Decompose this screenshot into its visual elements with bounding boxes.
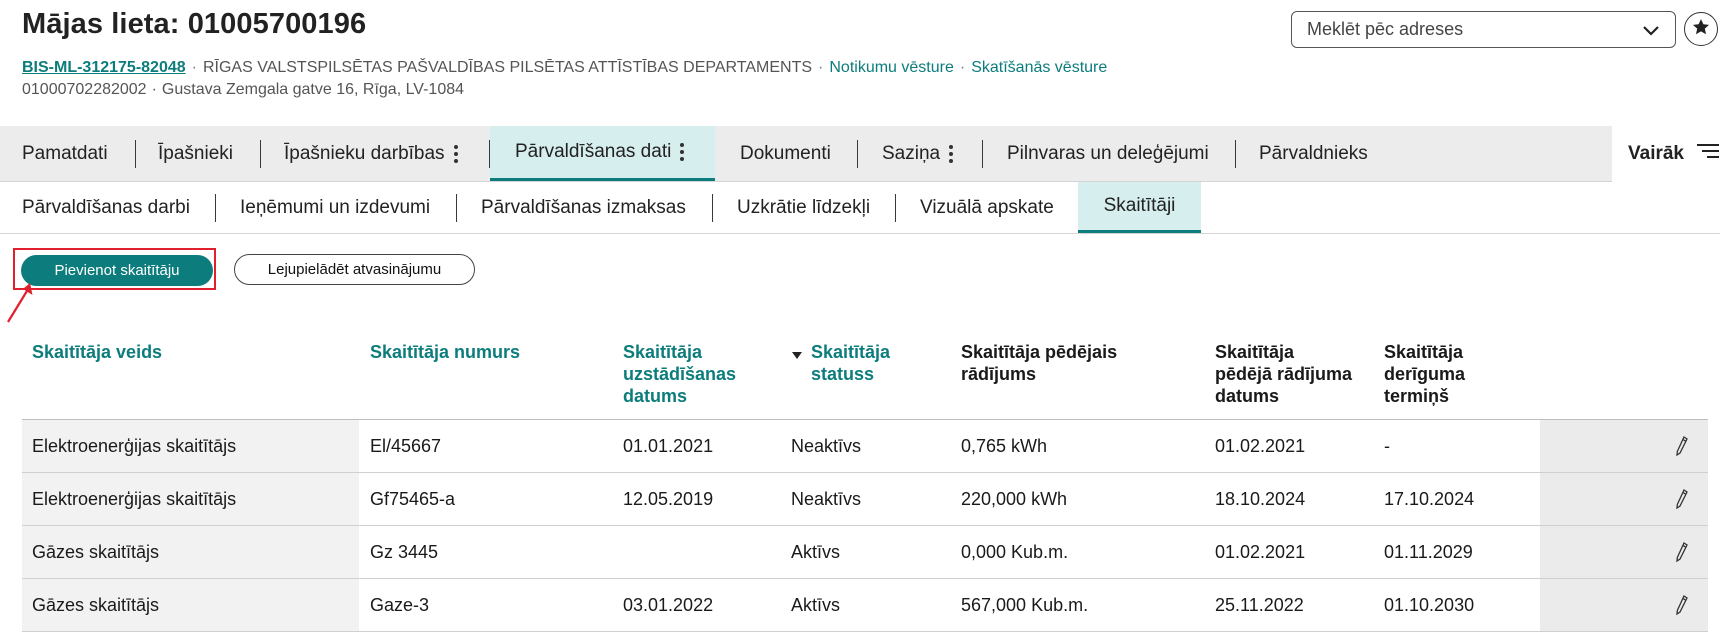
tab-dokumenti[interactable]: Dokumenti [740, 126, 831, 181]
pencil-icon[interactable] [1675, 435, 1689, 462]
cell-valid-until: 01.10.2030 [1384, 594, 1475, 615]
pencil-icon[interactable] [1675, 594, 1689, 621]
cadastre-number: 01000702282002 [22, 81, 147, 98]
subtab-vizuala-apskate[interactable]: Vizuālā apskate [920, 182, 1054, 233]
tab-parvaldisanas-dati[interactable]: Pārvaldīšanas dati [490, 126, 715, 181]
tab-divider [857, 140, 858, 168]
cell-valid-until: - [1384, 435, 1390, 456]
annotation-arrow-icon [4, 278, 44, 331]
cell-type: Elektroenerģijas skaitītājs [32, 488, 237, 509]
download-report-button[interactable]: Lejupielādēt atvasinājumu [234, 254, 475, 285]
cell-last-reading-date: 25.11.2022 [1215, 594, 1304, 615]
tab-ipasnieki[interactable]: Īpašnieki [158, 126, 233, 181]
tab-divider [982, 140, 983, 168]
event-history-link[interactable]: Notikumu vēsture [829, 59, 954, 76]
subtab-ienemumi[interactable]: Ieņēmumi un izdevumi [240, 182, 430, 233]
cell-type: Gāzes skaitītājs [32, 541, 160, 562]
address-line: 01000702282002 · Gustava Zemgala gatve 16,… [22, 81, 465, 98]
main-tabs: Pamatdati Īpašnieki Īpašnieku darbības P… [0, 126, 1720, 182]
search-placeholder: Meklēt pēc adreses [1307, 19, 1464, 39]
cell-number: Gf75465-a [370, 488, 456, 509]
col-header-valid-until: Skaitītāja derīguma termiņš [1384, 342, 1466, 406]
tab-pamatdati[interactable]: Pamatdati [22, 126, 108, 181]
more-vertical-icon[interactable] [680, 143, 685, 161]
more-vertical-icon[interactable] [949, 144, 954, 163]
cell-installed: 03.01.2022 [623, 594, 714, 615]
tab-divider [456, 194, 457, 222]
more-menu-button[interactable]: Vairāk [1612, 126, 1720, 182]
cell-last-reading: 567,000 Kub.m. [961, 594, 1089, 615]
cell-type: Elektroenerģijas skaitītājs [32, 435, 237, 456]
table-row[interactable]: Elektroenerģijas skaitītājs Gf75465-a 12… [22, 473, 1708, 526]
col-header-status[interactable]: Skaitītāja statuss [811, 341, 890, 385]
subtab-parvaldisanas-darbi[interactable]: Pārvaldīšanas darbi [22, 182, 190, 233]
tab-divider [712, 194, 713, 222]
tab-divider [260, 140, 261, 168]
department-name: RĪGAS VALSTSPILSĒTAS PAŠVALDĪBAS PILSĒTA… [202, 59, 813, 76]
menu-lines-icon [1684, 142, 1720, 166]
case-code-link[interactable]: BIS-ML-312175-82048 [22, 59, 186, 76]
subtab-izmaksas[interactable]: Pārvaldīšanas izmaksas [481, 182, 686, 233]
col-header-type[interactable]: Skaitītāja veids [32, 341, 162, 363]
favorite-button[interactable] [1684, 12, 1718, 46]
tab-divider [1235, 140, 1236, 168]
tab-sazina[interactable]: Saziņa [882, 126, 954, 181]
subtab-skaititaji[interactable]: Skaitītāji [1078, 182, 1201, 233]
cell-number: Gz 3445 [370, 541, 439, 562]
cell-last-reading: 220,000 kWh [961, 488, 1068, 509]
cell-last-reading-date: 01.02.2021 [1215, 541, 1306, 562]
cell-last-reading-date: 01.02.2021 [1215, 435, 1306, 456]
cell-number: Gaze-3 [370, 594, 430, 615]
cell-status: Aktīvs [791, 594, 841, 615]
case-meta-line: BIS-ML-312175-82048 · RĪGAS VALSTSPILSĒTAS… [22, 59, 1108, 76]
table-row[interactable]: Gāzes skaitītājs Gaze-3 03.01.2022 Aktīv… [22, 579, 1708, 632]
sort-desc-icon[interactable] [791, 347, 803, 365]
star-icon [1691, 17, 1711, 42]
subtab-uzkratie[interactable]: Uzkrātie līdzekļi [737, 182, 870, 233]
cell-installed: 12.05.2019 [623, 488, 714, 509]
cell-status: Neaktīvs [791, 435, 862, 456]
table-row[interactable]: Gāzes skaitītājs Gz 3445 Aktīvs 0,000 Ku… [22, 526, 1708, 579]
tab-divider [895, 194, 896, 222]
tab-divider [135, 140, 136, 168]
table-row[interactable]: Elektroenerģijas skaitītājs El/45667 01.… [22, 420, 1708, 473]
address-search-select[interactable]: Meklēt pēc adreses [1291, 11, 1676, 48]
cell-type: Gāzes skaitītājs [32, 594, 160, 615]
page-title: Mājas lieta: 01005700196 [22, 8, 367, 40]
tab-ipasnieku-darbibas[interactable]: Īpašnieku darbības [284, 126, 458, 181]
sub-tabs: Pārvaldīšanas darbi Ieņēmumi un izdevumi… [0, 182, 1720, 234]
col-header-installed[interactable]: Skaitītāja uzstādīšanas datums [623, 341, 736, 407]
tab-divider [215, 194, 216, 222]
col-header-last-reading-date: Skaitītāja pēdējā rādījuma datums [1215, 342, 1353, 406]
more-vertical-icon[interactable] [453, 144, 458, 163]
cell-last-reading: 0,765 kWh [961, 435, 1048, 456]
view-history-link[interactable]: Skatīšanās vēsture [971, 59, 1107, 76]
tab-parvaldnieks[interactable]: Pārvaldnieks [1259, 126, 1368, 181]
pencil-icon[interactable] [1675, 488, 1689, 515]
cell-last-reading-date: 18.10.2024 [1215, 488, 1306, 509]
cell-status: Neaktīvs [791, 488, 862, 509]
cell-installed: 01.01.2021 [623, 435, 714, 456]
tab-pilnvaras[interactable]: Pilnvaras un deleģējumi [1007, 126, 1209, 181]
col-header-number[interactable]: Skaitītāja numurs [370, 341, 520, 363]
cell-valid-until: 17.10.2024 [1384, 488, 1475, 509]
cell-number: El/45667 [370, 435, 442, 456]
chevron-down-icon [1641, 20, 1661, 45]
col-header-last-reading: Skaitītāja pēdējais rādījums [961, 342, 1118, 384]
pencil-icon[interactable] [1675, 541, 1689, 568]
address: Gustava Zemgala gatve 16, Rīga, LV-1084 [161, 81, 465, 98]
cell-last-reading: 0,000 Kub.m. [961, 541, 1069, 562]
cell-valid-until: 01.11.2029 [1384, 541, 1473, 562]
cell-status: Aktīvs [791, 541, 841, 562]
